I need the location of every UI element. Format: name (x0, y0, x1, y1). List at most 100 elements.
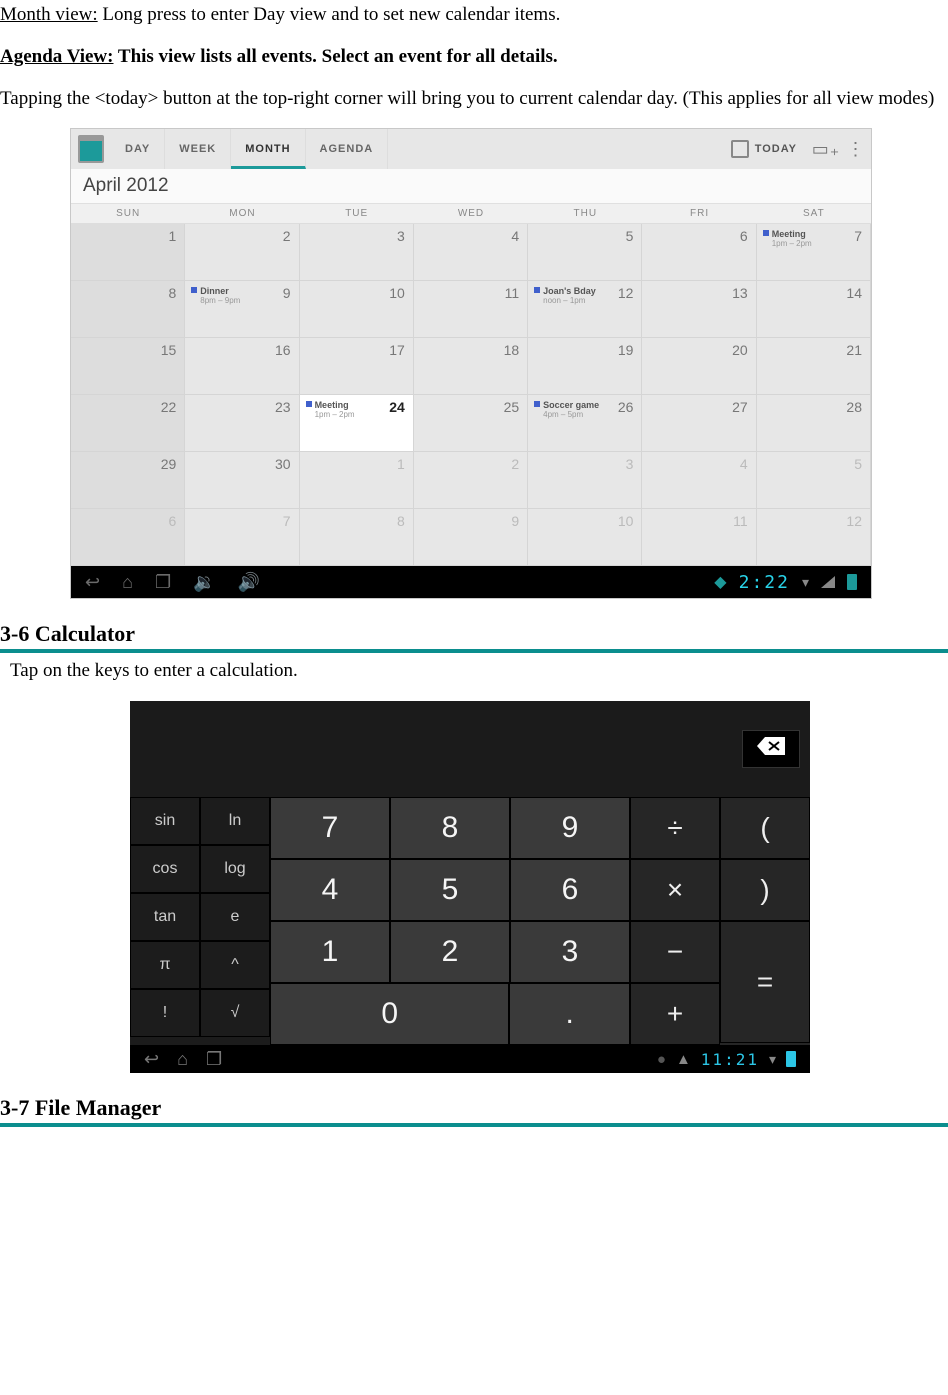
calendar-day-cell[interactable]: 21 (757, 338, 871, 395)
sci-key-cos[interactable]: cos (130, 845, 200, 893)
calendar-day-cell[interactable]: 12 (757, 509, 871, 566)
calendar-day-cell[interactable]: 4 (642, 452, 756, 509)
calendar-day-cell[interactable]: 6 (71, 509, 185, 566)
dow-header: WED (414, 204, 528, 224)
num-key-4[interactable]: 4 (270, 859, 390, 921)
calendar-day-cell[interactable]: 11 (642, 509, 756, 566)
home-icon[interactable]: ⌂ (177, 1049, 188, 1070)
sci-key-sin[interactable]: sin (130, 797, 200, 845)
calendar-event[interactable]: Meeting1pm – 2pm (763, 229, 864, 248)
warning-icon: ▲ (676, 1051, 691, 1068)
month-view-label: Month view: (0, 4, 98, 25)
calendar-day-cell[interactable]: 3 (528, 452, 642, 509)
multiply-key[interactable]: × (630, 859, 720, 921)
tab-month[interactable]: MONTH (231, 129, 305, 169)
calendar-day-cell[interactable]: 24Meeting1pm – 2pm (300, 395, 414, 452)
calendar-day-cell[interactable]: 6 (642, 224, 756, 281)
calendar-day-cell[interactable]: 14 (757, 281, 871, 338)
network-icon: ◆ (714, 572, 726, 592)
num-key-2[interactable]: 2 (390, 921, 510, 983)
calendar-day-cell[interactable]: 8 (71, 281, 185, 338)
calendar-day-cell[interactable]: 22 (71, 395, 185, 452)
sci-key-![interactable]: ! (130, 989, 200, 1037)
calendar-day-cell[interactable]: 7Meeting1pm – 2pm (757, 224, 871, 281)
sci-key-e[interactable]: e (200, 893, 270, 941)
calendar-day-cell[interactable]: 19 (528, 338, 642, 395)
calendar-day-cell[interactable]: 4 (414, 224, 528, 281)
open-paren-key[interactable]: ( (720, 797, 810, 859)
calendar-grid[interactable]: SUNMONTUEWEDTHUFRISAT1234567Meeting1pm –… (71, 204, 871, 566)
calendar-day-cell[interactable]: 25 (414, 395, 528, 452)
num-key-0[interactable]: 0 (270, 983, 509, 1045)
calendar-day-cell[interactable]: 28 (757, 395, 871, 452)
num-key-7[interactable]: 7 (270, 797, 390, 859)
sci-key-^[interactable]: ^ (200, 941, 270, 989)
backspace-button[interactable] (742, 730, 800, 768)
sci-key-π[interactable]: π (130, 941, 200, 989)
close-paren-key[interactable]: ) (720, 859, 810, 921)
num-key-8[interactable]: 8 (390, 797, 510, 859)
calendar-day-cell[interactable]: 3 (300, 224, 414, 281)
day-number: 20 (732, 342, 748, 358)
overflow-menu-icon[interactable]: ⋮ (841, 139, 871, 160)
calendar-day-cell[interactable]: 17 (300, 338, 414, 395)
day-number: 18 (504, 342, 520, 358)
recent-apps-icon[interactable]: ❐ (155, 572, 171, 593)
sci-key-ln[interactable]: ln (200, 797, 270, 845)
calendar-day-cell[interactable]: 9Dinner8pm – 9pm (185, 281, 299, 338)
calendar-day-cell[interactable]: 1 (300, 452, 414, 509)
plus-key[interactable]: + (630, 983, 720, 1045)
sci-key-tan[interactable]: tan (130, 893, 200, 941)
day-number: 5 (626, 228, 634, 244)
sci-key-√[interactable]: √ (200, 989, 270, 1037)
calendar-day-cell[interactable]: 10 (528, 509, 642, 566)
calendar-day-cell[interactable]: 10 (300, 281, 414, 338)
num-key-6[interactable]: 6 (510, 859, 630, 921)
calendar-day-cell[interactable]: 20 (642, 338, 756, 395)
num-key-9[interactable]: 9 (510, 797, 630, 859)
day-number: 8 (397, 513, 405, 529)
recent-apps-icon[interactable]: ❐ (206, 1049, 222, 1070)
calendar-day-cell[interactable]: 30 (185, 452, 299, 509)
calendar-day-cell[interactable]: 1 (71, 224, 185, 281)
num-key-3[interactable]: 3 (510, 921, 630, 983)
calendar-day-cell[interactable]: 15 (71, 338, 185, 395)
volume-up-icon[interactable]: 🔊 (238, 572, 260, 593)
minus-key[interactable]: − (630, 921, 720, 983)
today-button[interactable]: TODAY (731, 140, 811, 158)
sci-key-log[interactable]: log (200, 845, 270, 893)
volume-down-icon[interactable]: 🔉 (193, 572, 215, 593)
num-key-5[interactable]: 5 (390, 859, 510, 921)
calendar-day-cell[interactable]: 16 (185, 338, 299, 395)
back-icon[interactable]: ↩ (85, 572, 100, 593)
calendar-day-cell[interactable]: 2 (414, 452, 528, 509)
tab-agenda[interactable]: AGENDA (306, 129, 389, 169)
num-key-1[interactable]: 1 (270, 921, 390, 983)
calendar-day-cell[interactable]: 11 (414, 281, 528, 338)
calendar-day-cell[interactable]: 9 (414, 509, 528, 566)
home-icon[interactable]: ⌂ (122, 572, 133, 593)
calendar-day-cell[interactable]: 27 (642, 395, 756, 452)
calendar-day-cell[interactable]: 23 (185, 395, 299, 452)
calendar-day-cell[interactable]: 29 (71, 452, 185, 509)
month-view-paragraph: Month view: Long press to enter Day view… (0, 3, 948, 27)
calendar-day-cell[interactable]: 7 (185, 509, 299, 566)
divide-key[interactable]: ÷ (630, 797, 720, 859)
num-key-.[interactable]: . (509, 983, 630, 1045)
calendar-day-cell[interactable]: 5 (528, 224, 642, 281)
equals-key[interactable]: = (720, 921, 810, 1043)
new-event-icon[interactable]: ▭₊ (811, 139, 841, 160)
calendar-day-cell[interactable]: 2 (185, 224, 299, 281)
tab-day[interactable]: DAY (111, 129, 165, 169)
calendar-app-icon[interactable] (71, 135, 111, 163)
tab-week[interactable]: WEEK (165, 129, 231, 169)
day-number: 9 (283, 285, 291, 301)
calendar-day-cell[interactable]: 8 (300, 509, 414, 566)
calendar-event[interactable]: Dinner8pm – 9pm (191, 286, 292, 305)
calendar-day-cell[interactable]: 18 (414, 338, 528, 395)
calendar-day-cell[interactable]: 13 (642, 281, 756, 338)
calendar-day-cell[interactable]: 5 (757, 452, 871, 509)
calendar-day-cell[interactable]: 12Joan's Bdaynoon – 1pm (528, 281, 642, 338)
calendar-day-cell[interactable]: 26Soccer game4pm – 5pm (528, 395, 642, 452)
back-icon[interactable]: ↩ (144, 1049, 159, 1070)
